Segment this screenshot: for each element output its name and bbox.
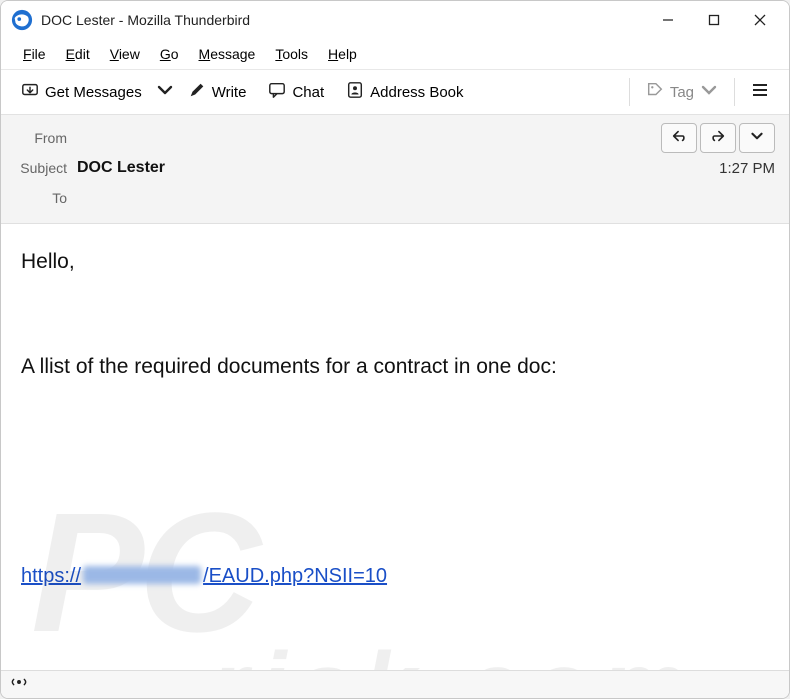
- toolbar: Get Messages Write Chat Address Book: [1, 69, 789, 115]
- menubar: File Edit View Go Message Tools Help: [1, 39, 789, 69]
- chat-button[interactable]: Chat: [258, 75, 334, 109]
- app-menu-button[interactable]: [741, 75, 779, 109]
- more-actions-button[interactable]: [739, 123, 775, 153]
- redacted-host: [83, 566, 201, 584]
- minimize-button[interactable]: [645, 4, 691, 36]
- chat-label: Chat: [292, 84, 324, 101]
- address-book-icon: [346, 81, 364, 103]
- get-messages-label: Get Messages: [45, 84, 142, 101]
- chevron-down-icon: [156, 81, 174, 103]
- to-label: To: [15, 190, 77, 206]
- forward-icon: [710, 128, 726, 148]
- message-header: From: [1, 115, 789, 224]
- address-book-button[interactable]: Address Book: [336, 75, 473, 109]
- write-label: Write: [212, 84, 247, 101]
- toolbar-separator: [629, 78, 630, 106]
- statusbar: [1, 670, 789, 698]
- subject-label: Subject: [15, 160, 77, 176]
- get-messages-button[interactable]: Get Messages: [11, 75, 152, 109]
- thunderbird-logo-icon: [11, 9, 33, 31]
- reply-icon: [671, 128, 687, 148]
- close-button[interactable]: [737, 4, 783, 36]
- link-suffix: /EAUD.php?NSII=10: [203, 563, 387, 590]
- maximize-button[interactable]: [691, 4, 737, 36]
- body-line: A llist of the required documents for a …: [21, 353, 769, 381]
- menu-message[interactable]: Message: [189, 42, 266, 66]
- tag-icon: [646, 81, 664, 103]
- write-button[interactable]: Write: [178, 75, 257, 109]
- window-title: DOC Lester - Mozilla Thunderbird: [41, 12, 645, 28]
- from-label: From: [15, 130, 77, 146]
- chevron-down-icon: [700, 81, 718, 103]
- menu-file[interactable]: File: [13, 42, 56, 66]
- inbox-download-icon: [21, 81, 39, 103]
- menu-go[interactable]: Go: [150, 42, 189, 66]
- tag-label: Tag: [670, 84, 694, 101]
- get-messages-dropdown[interactable]: [154, 75, 176, 109]
- toolbar-separator: [734, 78, 735, 106]
- address-book-label: Address Book: [370, 84, 463, 101]
- body-greeting: Hello,: [21, 248, 769, 276]
- body-link[interactable]: https:// /EAUD.php?NSII=10: [21, 563, 387, 590]
- tag-button[interactable]: Tag: [636, 75, 728, 109]
- subject-value: DOC Lester: [77, 159, 719, 177]
- chevron-down-icon: [749, 128, 765, 148]
- reply-button[interactable]: [661, 123, 697, 153]
- pencil-icon: [188, 81, 206, 103]
- menu-help[interactable]: Help: [318, 42, 367, 66]
- menu-view[interactable]: View: [100, 42, 150, 66]
- hamburger-icon: [751, 81, 769, 103]
- forward-button[interactable]: [700, 123, 736, 153]
- online-status-icon[interactable]: [11, 674, 27, 695]
- message-body: PC risk.com Hello, A llist of the requir…: [1, 224, 789, 670]
- link-prefix: https://: [21, 563, 81, 590]
- message-time: 1:27 PM: [719, 160, 775, 177]
- menu-tools[interactable]: Tools: [265, 42, 318, 66]
- titlebar: DOC Lester - Mozilla Thunderbird: [1, 1, 789, 39]
- menu-edit[interactable]: Edit: [56, 42, 100, 66]
- chat-icon: [268, 81, 286, 103]
